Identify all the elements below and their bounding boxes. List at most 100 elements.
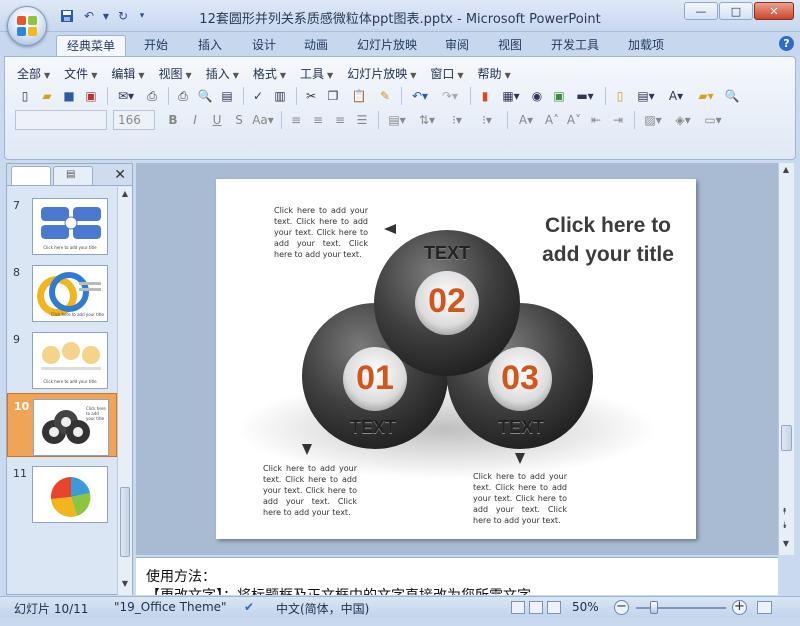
paste-icon[interactable]: 📋	[345, 86, 373, 106]
scroll-up-icon[interactable]: ▲	[118, 189, 132, 203]
close-icon[interactable]: ✕	[114, 167, 126, 183]
shape-fill-icon[interactable]: ▭▾	[699, 110, 727, 130]
zoom-icon[interactable]: 🔍	[722, 86, 742, 106]
body-text-top[interactable]: Click here to add your text. Click here …	[274, 205, 368, 260]
zoom-level[interactable]: 50%	[572, 600, 599, 614]
zoom-out-icon[interactable]: −	[614, 600, 629, 615]
increase-indent-icon[interactable]: ⇥	[608, 110, 628, 130]
layout-icon[interactable]: ▤▾	[632, 86, 660, 106]
align-left-icon[interactable]: ≡	[286, 110, 306, 130]
thumbnail-slide-10[interactable]: 10 Click here to add your title	[7, 393, 117, 457]
body-text-left[interactable]: Click here to add your text. Click here …	[263, 463, 357, 518]
bullets-icon[interactable]: ⁝▾	[473, 110, 501, 130]
tab-review[interactable]: 审阅	[435, 35, 479, 56]
close-button[interactable]: ✕	[754, 2, 794, 20]
justify-icon[interactable]: ☰	[352, 110, 372, 130]
chart-icon[interactable]: ▮	[475, 86, 495, 106]
scroll-down-icon[interactable]: ▼	[779, 539, 793, 553]
research-icon[interactable]: ✓	[248, 86, 268, 106]
font-name-box[interactable]	[15, 110, 107, 130]
shadow-icon[interactable]: S	[229, 110, 249, 130]
menu-view[interactable]: 视图 ▼	[159, 65, 192, 82]
email-icon[interactable]: ✉▾	[112, 86, 140, 106]
print-preview-icon[interactable]: 🔍	[195, 86, 215, 106]
tab-insert[interactable]: 插入	[188, 35, 232, 56]
tab-home[interactable]: 开始	[134, 35, 178, 56]
tab-slideshow[interactable]: 幻灯片放映	[347, 35, 427, 56]
language-indicator[interactable]: 中文(简体，中国)	[276, 600, 369, 617]
redo-icon[interactable]: ↷▾	[436, 86, 464, 106]
tab-classic-menu[interactable]: 经典菜单	[56, 35, 127, 56]
new-icon[interactable]: ▯	[15, 86, 35, 106]
numbering-icon[interactable]: ⁝▾	[443, 110, 471, 130]
slideshow-view-icon[interactable]	[547, 601, 561, 614]
grow-font-icon[interactable]: A˄	[542, 110, 562, 130]
picture-icon[interactable]: ▣	[549, 86, 569, 106]
copy-icon[interactable]: ❐	[323, 86, 343, 106]
spelling-check-icon[interactable]: ✔	[244, 600, 254, 614]
textbox-icon[interactable]: A▾	[662, 86, 690, 106]
office-button[interactable]	[7, 6, 47, 46]
slide-canvas[interactable]: 02 01 03 TEXT TEXT TEXT Click here to ad…	[216, 179, 696, 539]
save-icon[interactable]: ■	[59, 86, 79, 106]
previous-slide-icon[interactable]: ⯭	[782, 507, 787, 517]
font-color-icon[interactable]: A▾	[512, 110, 540, 130]
maximize-button[interactable]: □	[719, 2, 753, 20]
table-icon[interactable]: ▦▾	[497, 86, 525, 106]
normal-view-icon[interactable]	[511, 601, 525, 614]
thumbnail-slide-7[interactable]: 7 Click here to add your title	[7, 193, 117, 257]
menu-format[interactable]: 格式 ▼	[253, 65, 286, 82]
align-center-icon[interactable]: ≡	[308, 110, 328, 130]
tab-slides[interactable]	[11, 166, 51, 185]
permission-icon[interactable]: ▣	[81, 86, 101, 106]
underline-icon[interactable]: U	[207, 110, 227, 130]
menu-tools[interactable]: 工具 ▼	[300, 65, 333, 82]
menu-window[interactable]: 窗口 ▼	[430, 65, 463, 82]
theme-name[interactable]: "19_Office Theme"	[114, 600, 227, 614]
folder-icon[interactable]: ▰▾	[692, 86, 720, 106]
scroll-down-icon[interactable]: ▼	[118, 579, 132, 593]
format-painter-icon[interactable]: ✎	[375, 86, 395, 106]
shape-icon[interactable]: ▬▾	[571, 86, 599, 106]
tab-developer[interactable]: 开发工具	[541, 35, 609, 56]
slide-title[interactable]: Click here to add your title	[538, 211, 678, 269]
body-text-right[interactable]: Click here to add your text. Click here …	[473, 471, 567, 526]
bold-icon[interactable]: B	[163, 110, 183, 130]
arrange-icon[interactable]: ▨▾	[639, 110, 667, 130]
minimize-button[interactable]: —	[684, 2, 718, 20]
thumbnail-slide-8[interactable]: 8 Click here to add your title	[7, 260, 117, 324]
undo-icon[interactable]: ↶▾	[406, 86, 434, 106]
scroll-thumb[interactable]	[781, 425, 792, 451]
editing-area-scrollbar[interactable]: ▲ ⯭ ⯯ ▼	[778, 163, 794, 555]
clipart-icon[interactable]: ◉	[527, 86, 547, 106]
font-size-box[interactable]: 166	[113, 110, 155, 130]
thumbnail-slide-9[interactable]: 9 Click here to add your title	[7, 327, 117, 391]
slide-sorter-icon[interactable]	[529, 601, 543, 614]
open-icon[interactable]: ▰	[37, 86, 57, 106]
change-case-icon[interactable]: Aa▾	[251, 110, 275, 130]
italic-icon[interactable]: I	[185, 110, 205, 130]
tab-animation[interactable]: 动画	[294, 35, 338, 56]
thumbnail-slide-11[interactable]: 11	[7, 461, 117, 525]
zoom-slider-thumb[interactable]	[650, 601, 658, 614]
text-direction-icon[interactable]: ⇅▾	[413, 110, 441, 130]
menu-edit[interactable]: 编辑 ▼	[111, 65, 144, 82]
next-slide-icon[interactable]: ⯯	[782, 521, 787, 531]
menu-file[interactable]: 文件 ▼	[64, 65, 97, 82]
spelling-icon[interactable]: ▤	[217, 86, 237, 106]
align-right-icon[interactable]: ≡	[330, 110, 350, 130]
menu-insert[interactable]: 插入 ▼	[206, 65, 239, 82]
tab-outline[interactable]: ▤	[53, 166, 93, 185]
publish-icon[interactable]: ⎙	[142, 86, 162, 106]
thesaurus-icon[interactable]: ▥	[270, 86, 290, 106]
tab-design[interactable]: 设计	[242, 35, 286, 56]
tab-addins[interactable]: 加载项	[618, 35, 674, 56]
menu-slideshow[interactable]: 幻灯片放映 ▼	[347, 65, 416, 82]
menu-help[interactable]: 帮助 ▼	[478, 65, 511, 82]
help-icon[interactable]: ?	[779, 36, 794, 51]
quick-styles-icon[interactable]: ◈▾	[669, 110, 697, 130]
fit-to-window-icon[interactable]	[757, 601, 772, 614]
slides-pane-scrollbar[interactable]: ▲ ▼	[117, 187, 132, 595]
menu-all[interactable]: 全部 ▼	[17, 65, 50, 82]
zoom-in-icon[interactable]: +	[732, 600, 747, 615]
